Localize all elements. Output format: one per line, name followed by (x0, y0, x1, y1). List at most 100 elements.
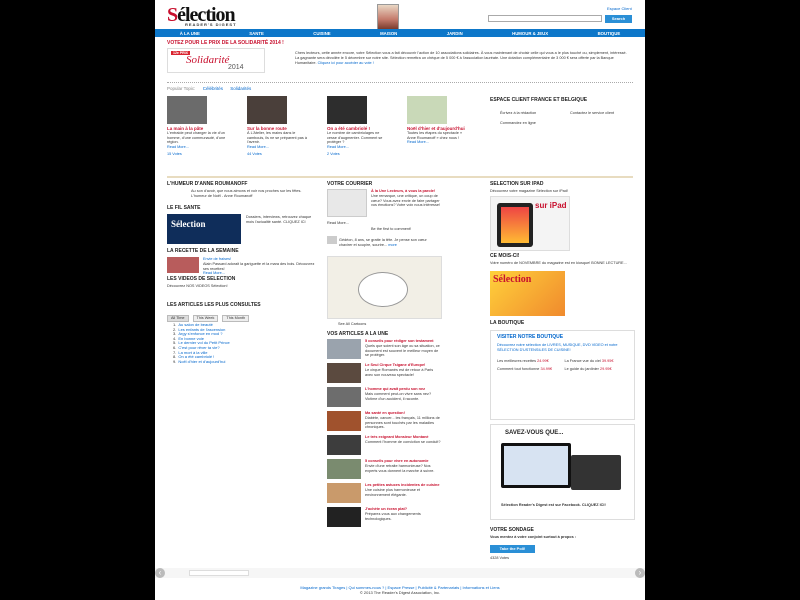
article-image[interactable] (247, 96, 287, 124)
article-summary: À L'Atelier, les mains dans le cambouis,… (247, 131, 307, 145)
popular-topics: Popular Topic: Célébrités Solidarités (167, 86, 251, 91)
une-item[interactable]: Le Seul Cirque Tsigane d'Europe! Le cirqu… (327, 363, 442, 387)
article-image[interactable] (327, 96, 367, 124)
une-item[interactable]: 5 conseils pour rédiger son testament Que… (327, 339, 442, 363)
recette-text: Alain Passard adorait la gariguette et l… (203, 261, 315, 271)
consultes-title: LES ARTICLES LES PLUS CONSULTES (167, 302, 261, 308)
nav-item-cuisine[interactable]: CUISINE (313, 31, 330, 36)
visit-boutique-link[interactable]: VISITER NOTRE BOUTIQUE (491, 331, 634, 343)
une-thumb[interactable] (327, 459, 361, 479)
sondage-title: VOTRE SONDAGE (490, 527, 534, 533)
product-item[interactable]: Comment tout fonctionne 34.99€ (497, 367, 561, 372)
ipad-promo-image[interactable]: sur iPad (490, 196, 570, 251)
nav-item-maison[interactable]: MAISON (380, 31, 397, 36)
une-thumb[interactable] (327, 363, 361, 383)
magazine-cover[interactable]: Sélection (490, 271, 565, 316)
recette-title: LA RECETTE DE LA SEMAINE (167, 248, 239, 254)
vote-link[interactable]: Cliquez ici pour accéder au vote ! (318, 61, 374, 65)
une-thumb[interactable] (327, 435, 361, 455)
quote-avatar (327, 236, 337, 244)
article-card[interactable]: Sur la bonne route À L'Atelier, les main… (247, 96, 309, 156)
article-image[interactable] (167, 96, 207, 124)
une-item[interactable]: Le très exigeant Monsieur Montané Comment… (327, 435, 442, 459)
vote-text: Chers lecteurs, cette année encore, votr… (295, 51, 630, 66)
footer: Magazine grands Tirages | Qui sommes-nou… (155, 585, 645, 595)
tab-this-week[interactable]: This Week (192, 315, 219, 322)
fil-sante-image[interactable]: Sélection (167, 214, 241, 244)
read-more-link[interactable]: Read More... (407, 140, 469, 144)
une-item-text: Quels que soient son âge ou sa situation… (365, 343, 440, 358)
espace-link[interactable]: Écrivez à la rédaction (500, 111, 560, 116)
see-all-cartoons-link[interactable]: See All Cartoons (338, 322, 366, 327)
article-summary: L'entraide peut changer la vie d'un homm… (167, 131, 226, 145)
une-item[interactable]: 5 conseils pour vivre en autonomie Envie … (327, 459, 442, 483)
espace-client-link[interactable]: Espace Client (607, 6, 632, 11)
espace-link[interactable]: Contactez le service client (570, 111, 630, 116)
article-card[interactable]: Noël d'hier et d'aujourd'hui Toutes les … (407, 96, 469, 144)
search-button[interactable]: Search (605, 15, 632, 23)
savez-vous-text[interactable]: Sélection Reader's Digest est sur Facebo… (501, 503, 626, 508)
computer-monitor (501, 443, 571, 488)
boutique-text: Découvrez notre sélection de LIVRES, MUS… (497, 343, 618, 352)
article-card[interactable]: La main à la pâte L'entraide peut change… (167, 96, 229, 156)
section-divider (167, 176, 633, 178)
partner-logo[interactable] (189, 570, 249, 576)
read-more-link[interactable]: Read More... (327, 221, 349, 226)
nav-item-une[interactable]: À LA UNE (180, 31, 200, 36)
une-item[interactable]: Les petites astuces incidentes de cuisin… (327, 483, 442, 507)
article-card[interactable]: On a été cambriolé ! Le nombre de cambri… (327, 96, 389, 156)
topic-link[interactable]: Célébrités (203, 86, 223, 91)
vote-title: VOTEZ POUR LE PRIX DE LA SOLIDARITÉ 2014… (167, 40, 284, 46)
read-more-link[interactable]: Read More... (327, 145, 389, 149)
une-thumb[interactable] (327, 507, 361, 527)
une-thumb[interactable] (327, 339, 361, 359)
une-item-text: Envie d'une retraite harmonieuse? Nos ex… (365, 463, 435, 473)
topic-link[interactable]: Solidarités (230, 86, 251, 91)
banner-word: Solidarité (186, 54, 230, 66)
nav-item-boutique[interactable]: BOUTIQUE (598, 31, 621, 36)
ipad-word: sur iPad (535, 201, 567, 210)
page: Sélection READER'S DIGEST Espace Client … (155, 0, 645, 600)
magazine-cover-thumbnail[interactable] (377, 4, 399, 30)
nav-item-jardin[interactable]: JARDIN (447, 31, 463, 36)
read-more-link[interactable]: Read More... (247, 145, 309, 149)
list-item[interactable]: 9. Noël d'hier et d'aujourd'hui (173, 359, 318, 365)
courrier-vote[interactable]: Be the first to comment! (371, 227, 441, 232)
search-input[interactable] (488, 15, 602, 22)
popular-label: Popular Topic: (167, 86, 196, 91)
quote-more-link[interactable]: more (388, 243, 397, 247)
cartoon-image[interactable] (327, 256, 442, 319)
solidarite-banner[interactable]: 12e PRIX Solidarité 2014 (167, 48, 265, 73)
courrier-image[interactable] (327, 189, 367, 217)
recette-image[interactable] (167, 257, 199, 273)
carousel-prev-button[interactable]: ‹ (155, 568, 165, 578)
une-thumb[interactable] (327, 483, 361, 503)
tab-this-month[interactable]: This Month (222, 315, 250, 322)
une-item-text: Le cirque Romanès est de retour à Paris … (365, 367, 434, 377)
une-item[interactable]: L'homme qui avait perdu son nez Mais comm… (327, 387, 442, 411)
carousel-next-button[interactable]: › (635, 568, 645, 578)
une-thumb[interactable] (327, 387, 361, 407)
nav-item-sante[interactable]: SANTE (249, 31, 264, 36)
take-poll-button[interactable]: Take the Poll! (490, 545, 535, 553)
humeur-text[interactable]: Au son d'avoir, que nous aimons et voir … (191, 189, 316, 199)
savez-vous-panel[interactable]: SAVEZ-VOUS QUE... Sélection Reader's Dig… (490, 424, 635, 520)
espace-link[interactable]: Commandez en ligne (500, 121, 560, 126)
product-item[interactable]: La France vue du ciel 39.95€ (565, 359, 629, 364)
article-image[interactable] (407, 96, 447, 124)
tab-all-time[interactable]: All Time (167, 315, 189, 322)
laptop (571, 455, 621, 490)
product-item[interactable]: Le guide du jardinier 29.95€ (565, 367, 629, 372)
read-more-link[interactable]: Read More... (167, 145, 229, 149)
une-item[interactable]: Ma santé en question! Diabète, cancer... … (327, 411, 442, 435)
logo[interactable]: Sélection READER'S DIGEST (167, 5, 247, 27)
videos-link[interactable]: Découvrez NOS VIDEOS Sélection! (167, 284, 317, 289)
ipad-title: SELECTION SUR IPAD (490, 181, 544, 187)
une-item[interactable]: J'achète un écran plat? Préparez-vous aux… (327, 507, 442, 531)
product-item[interactable]: Les meilleures recettes 24.99€ (497, 359, 561, 364)
nav-item-humour[interactable]: HUMOUR & JEUX (512, 31, 548, 36)
boutique-panel: VISITER NOTRE BOUTIQUE Découvrez notre s… (490, 330, 635, 420)
divider (167, 82, 633, 83)
ce-mois-text: Votre numéro de NOVEMBRE du magazine est… (490, 261, 627, 265)
une-thumb[interactable] (327, 411, 361, 431)
